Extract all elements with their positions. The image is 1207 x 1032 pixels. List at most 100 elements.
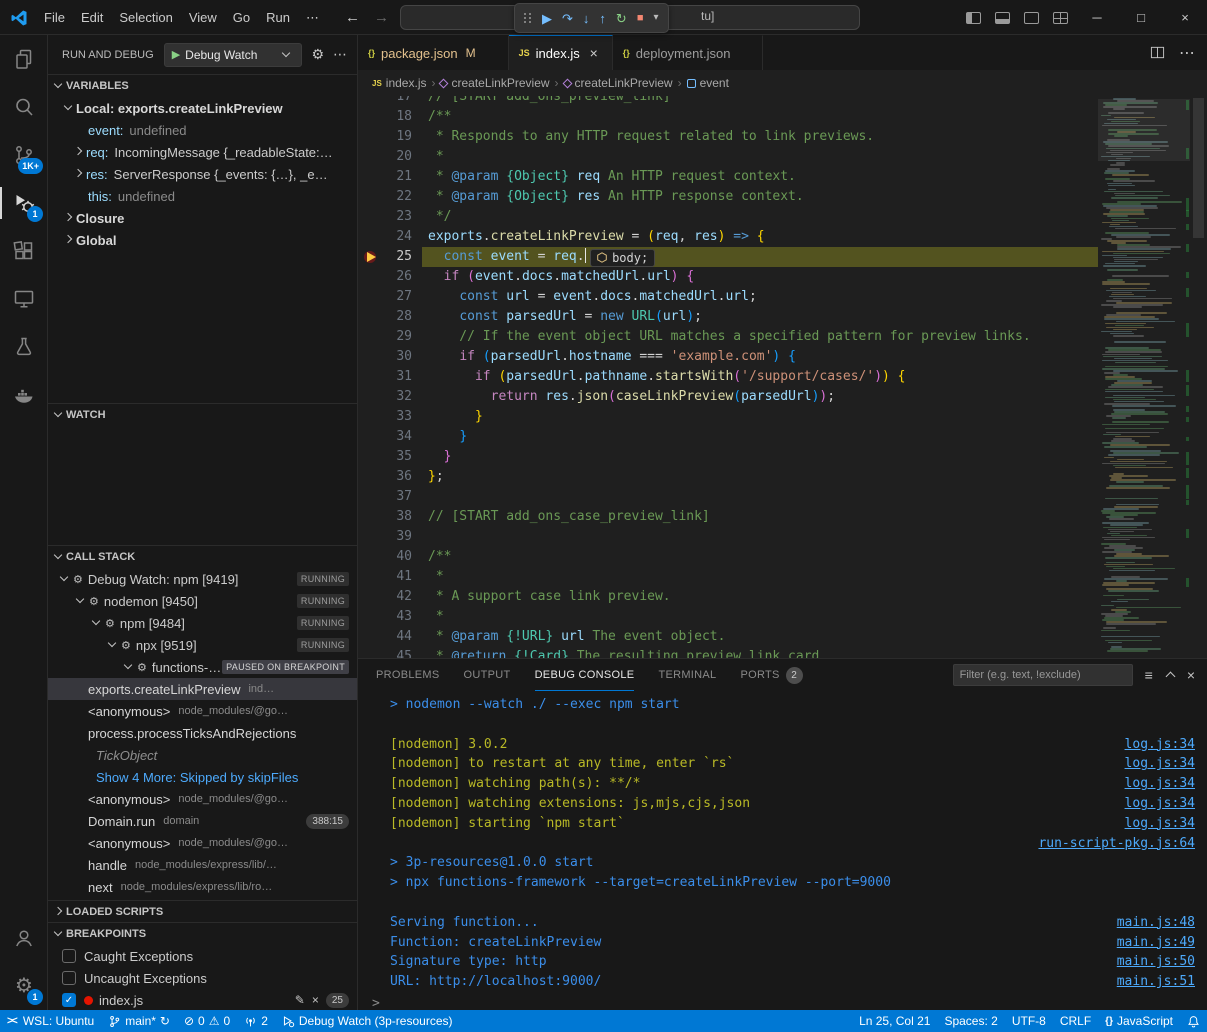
restart-button[interactable]: ↻: [616, 12, 627, 25]
code-line-30[interactable]: 30 if (parsedUrl.hostname === 'example.c…: [358, 347, 1207, 367]
menu-edit[interactable]: Edit: [73, 6, 111, 30]
debug-console-input[interactable]: >: [358, 996, 1207, 1011]
stack-frame[interactable]: Show 4 More: Skipped by skipFiles: [48, 766, 357, 788]
activity-source-control[interactable]: 1K+: [0, 131, 48, 179]
code-line-28[interactable]: 28 const parsedUrl = new URL(url);: [358, 307, 1207, 327]
code-line-23[interactable]: 23 */: [358, 207, 1207, 227]
stack-frame[interactable]: TickObject: [48, 744, 357, 766]
cursor-position[interactable]: Ln 25, Col 21: [852, 1010, 937, 1032]
console-source-link[interactable]: main.js:48: [1117, 913, 1195, 933]
code-line-43[interactable]: 43 *: [358, 607, 1207, 627]
variable-row[interactable]: req:IncomingMessage {_readableState:…: [48, 141, 357, 163]
debug-toolbar-dropdown-icon[interactable]: ▾: [653, 13, 658, 23]
breakpoints-section-header[interactable]: BREAKPOINTS: [48, 923, 357, 945]
console-source-link[interactable]: log.js:34: [1125, 794, 1195, 814]
callstack-session[interactable]: ⚙Debug Watch: npm [9419]RUNNING: [48, 568, 357, 590]
sidebar-more-actions-icon[interactable]: ⋯: [333, 46, 347, 63]
breakpoint-row[interactable]: Caught Exceptions: [48, 945, 357, 967]
activity-explorer[interactable]: [0, 35, 48, 83]
menu-run[interactable]: Run: [258, 6, 298, 30]
activity-search[interactable]: [0, 83, 48, 131]
stack-frame[interactable]: Domain.rundomain388:15: [48, 810, 357, 832]
command-center[interactable]: tu] ▶ ↷ ↓ ↑ ↻ ■ ▾: [400, 5, 860, 30]
breakpoint-row[interactable]: Uncaught Exceptions: [48, 967, 357, 989]
stack-frame[interactable]: <anonymous>node_modules/@go…: [48, 832, 357, 854]
debug-settings-gear-icon[interactable]: ⚙: [311, 46, 324, 63]
breakpoint-checkbox[interactable]: [62, 971, 76, 985]
callstack-session[interactable]: ⚙npm [9484]RUNNING: [48, 612, 357, 634]
menu-go[interactable]: Go: [225, 6, 258, 30]
edit-breakpoint-icon[interactable]: ✎: [295, 993, 305, 1007]
panel-tab-problems[interactable]: PROBLEMS: [376, 659, 440, 691]
step-over-button[interactable]: ↷: [562, 12, 573, 25]
code-line-25[interactable]: 25 const event = req.body;: [358, 247, 1207, 267]
stack-frame[interactable]: nextnode_modules/express/lib/ro…: [48, 876, 357, 898]
breadcrumb-index.js[interactable]: JSindex.js: [372, 76, 426, 90]
scope-row[interactable]: Global: [48, 229, 357, 251]
panel-tab-debug-console[interactable]: DEBUG CONSOLE: [535, 659, 635, 691]
breadcrumb-createLinkPreview[interactable]: createLinkPreview: [440, 76, 549, 90]
stack-frame[interactable]: <anonymous>node_modules/@go…: [48, 700, 357, 722]
stack-frame[interactable]: <anonymous>node_modules/@go…: [48, 788, 357, 810]
callstack-session[interactable]: ⚙functions-fra…PAUSED ON BREAKPOINT: [48, 656, 357, 678]
notifications-bell[interactable]: [1180, 1010, 1207, 1032]
console-source-link[interactable]: log.js:34: [1125, 735, 1195, 755]
encoding-setting[interactable]: UTF-8: [1005, 1010, 1053, 1032]
code-line-45[interactable]: 45 * @return {!Card} The resulting previ…: [358, 647, 1207, 658]
breakpoint-checkbox[interactable]: [62, 949, 76, 963]
code-line-34[interactable]: 34 }: [358, 427, 1207, 447]
git-branch-indicator[interactable]: main* ↻: [101, 1010, 177, 1032]
console-source-link[interactable]: log.js:34: [1125, 774, 1195, 794]
code-line-41[interactable]: 41 *: [358, 567, 1207, 587]
toggle-sidebar-icon[interactable]: [966, 12, 981, 24]
breakpoint-checkbox[interactable]: ✓: [62, 993, 76, 1007]
scope-row[interactable]: Local: exports.createLinkPreview: [48, 97, 357, 119]
console-source-link[interactable]: main.js:50: [1117, 952, 1195, 972]
console-source-link[interactable]: run-script-pkg.js:64: [1038, 834, 1195, 854]
breakpoint-row[interactable]: ✓index.js✎×25: [48, 989, 357, 1010]
code-line-31[interactable]: 31 if (parsedUrl.pathname.startsWith('/s…: [358, 367, 1207, 387]
code-line-18[interactable]: 18/**: [358, 107, 1207, 127]
code-line-37[interactable]: 37: [358, 487, 1207, 507]
stack-frame[interactable]: exports.createLinkPreviewind…: [48, 678, 357, 700]
minimize-button[interactable]: ─: [1075, 0, 1119, 35]
activity-testing[interactable]: [0, 323, 48, 371]
tab-index.js[interactable]: JSindex.js×: [509, 35, 613, 70]
variable-row[interactable]: event:undefined: [48, 119, 357, 141]
problems-indicator[interactable]: ⊘ 0 ⚠ 0: [177, 1010, 237, 1032]
code-line-20[interactable]: 20 *: [358, 147, 1207, 167]
remote-indicator[interactable]: >< WSL: Ubuntu: [0, 1010, 101, 1032]
breadcrumb-event[interactable]: event: [687, 76, 729, 90]
code-line-24[interactable]: 24exports.createLinkPreview = (req, res)…: [358, 227, 1207, 247]
launch-config-dropdown[interactable]: ▶ Debug Watch: [164, 43, 303, 67]
start-debug-icon[interactable]: ▶: [172, 48, 180, 61]
indentation-setting[interactable]: Spaces: 2: [937, 1010, 1004, 1032]
code-line-38[interactable]: 38// [START add_ons_case_preview_link]: [358, 507, 1207, 527]
menu-file[interactable]: File: [36, 6, 73, 30]
minimap[interactable]: [1098, 96, 1190, 658]
activity-docker[interactable]: [0, 371, 48, 419]
panel-tab-ports[interactable]: PORTS2: [740, 659, 802, 691]
scope-row[interactable]: Closure: [48, 207, 357, 229]
ports-indicator[interactable]: 2: [237, 1010, 275, 1032]
console-source-link[interactable]: main.js:51: [1117, 972, 1195, 992]
split-editor-icon[interactable]: [1150, 45, 1165, 60]
back-arrow[interactable]: ←: [345, 9, 360, 26]
code-line-42[interactable]: 42 * A support case link preview.: [358, 587, 1207, 607]
stack-frame[interactable]: handlenode_modules/express/lib/…: [48, 854, 357, 876]
filter-icon[interactable]: ≡: [1145, 668, 1153, 682]
code-line-26[interactable]: 26 if (event.docs.matchedUrl.url) {: [358, 267, 1207, 287]
call-stack-section-header[interactable]: CALL STACK: [48, 546, 357, 568]
activity-accounts[interactable]: [0, 914, 48, 962]
console-source-link[interactable]: log.js:34: [1125, 814, 1195, 834]
menu-view[interactable]: View: [181, 6, 225, 30]
stop-button[interactable]: ■: [637, 13, 644, 24]
variable-row[interactable]: this:undefined: [48, 185, 357, 207]
variables-section-header[interactable]: VARIABLES: [48, 75, 357, 97]
menu-selection[interactable]: Selection: [111, 6, 180, 30]
code-line-21[interactable]: 21 * @param {Object} req An HTTP request…: [358, 167, 1207, 187]
toggle-panel-icon[interactable]: [995, 12, 1010, 24]
code-line-17[interactable]: 17// [START add_ons_preview_link]: [358, 96, 1207, 107]
code-line-27[interactable]: 27 const url = event.docs.matchedUrl.url…: [358, 287, 1207, 307]
variable-row[interactable]: res:ServerResponse {_events: {…}, _e…: [48, 163, 357, 185]
